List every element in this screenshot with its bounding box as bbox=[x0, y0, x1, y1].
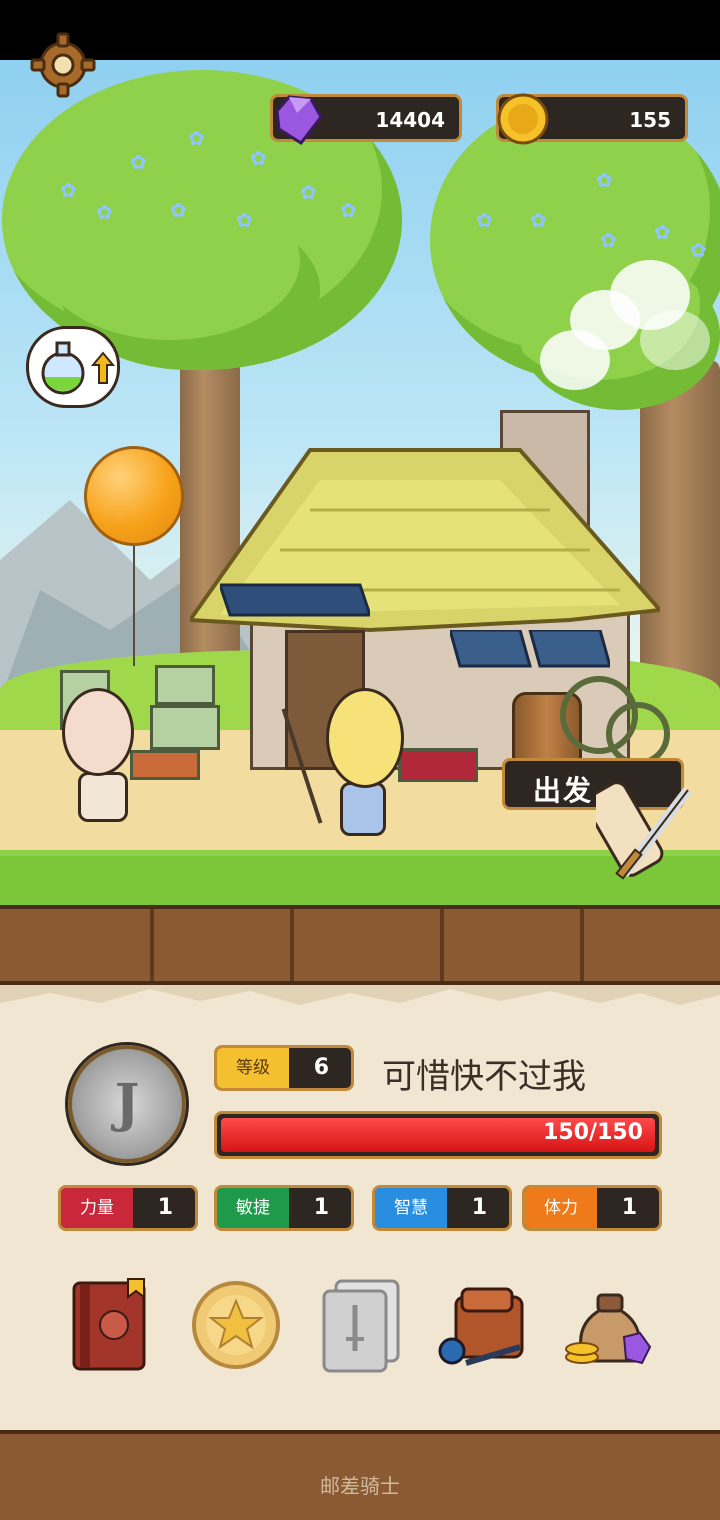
crate bbox=[150, 705, 220, 750]
flower-icon: ✿ bbox=[96, 200, 113, 224]
flower-icon: ✿ bbox=[654, 220, 671, 244]
gold-coin-icon bbox=[497, 93, 549, 145]
flower-icon: ✿ bbox=[300, 180, 317, 204]
gem-counter[interactable]: 14404 bbox=[270, 94, 462, 146]
status-bar bbox=[0, 0, 720, 60]
produce-crate bbox=[130, 750, 200, 780]
attribute-value: 1 bbox=[621, 1195, 637, 1220]
player-name: 可惜快不过我 bbox=[382, 1057, 586, 1097]
attribute-label: 智慧 bbox=[375, 1188, 447, 1228]
flower-icon: ✿ bbox=[476, 208, 493, 232]
level-label: 等级 bbox=[217, 1048, 289, 1088]
flower-icon: ✿ bbox=[60, 178, 77, 202]
coin-counter[interactable]: 155 bbox=[496, 93, 688, 145]
attribute-wisdom[interactable]: 智慧 1 bbox=[372, 1185, 512, 1231]
hp-bar: 150/150 bbox=[214, 1111, 662, 1159]
dirt-crack bbox=[150, 909, 154, 981]
potion-upgrade-icon bbox=[41, 341, 116, 395]
attribute-value: 1 bbox=[157, 1195, 173, 1220]
coin-count: 155 bbox=[629, 108, 671, 132]
gem-count: 14404 bbox=[375, 108, 445, 132]
balloon-string bbox=[133, 546, 135, 666]
chimney-smoke bbox=[640, 310, 710, 370]
attribute-value: 1 bbox=[313, 1195, 329, 1220]
dirt-crack bbox=[290, 909, 294, 981]
torn-paper-edge bbox=[0, 985, 720, 1005]
dirt-crack bbox=[440, 909, 444, 981]
orange-balloon[interactable] bbox=[84, 446, 184, 546]
npc-character[interactable] bbox=[62, 688, 134, 776]
attribute-label: 力量 bbox=[61, 1188, 133, 1228]
attribute-stamina[interactable]: 体力 1 bbox=[522, 1185, 662, 1231]
flower-icon: ✿ bbox=[596, 168, 613, 192]
flower-icon: ✿ bbox=[340, 198, 357, 222]
crate bbox=[155, 665, 215, 705]
dirt-divider bbox=[0, 905, 720, 985]
depart-label: 出发 bbox=[533, 774, 594, 807]
window-awning bbox=[450, 630, 610, 668]
rank-medal[interactable]: J bbox=[68, 1045, 186, 1163]
flower-icon: ✿ bbox=[250, 146, 267, 170]
npc-body bbox=[78, 772, 128, 822]
level-value: 6 bbox=[313, 1055, 329, 1080]
attribute-label: 敏捷 bbox=[217, 1188, 289, 1228]
footer-bar: 邮差骑士 bbox=[0, 1430, 720, 1520]
flower-icon: ✿ bbox=[188, 126, 205, 150]
flower-icon: ✿ bbox=[236, 208, 253, 232]
inventory-bag-icon[interactable] bbox=[436, 1275, 532, 1375]
potion-upgrade-bubble[interactable] bbox=[26, 326, 120, 408]
flower-icon: ✿ bbox=[530, 208, 547, 232]
berry-crate bbox=[398, 748, 478, 782]
flower-icon: ✿ bbox=[600, 228, 617, 252]
attribute-label: 体力 bbox=[525, 1188, 597, 1228]
hero-book-icon[interactable] bbox=[66, 1275, 162, 1375]
hero-character[interactable] bbox=[326, 688, 404, 788]
settings-gear-icon[interactable] bbox=[30, 32, 96, 98]
flower-icon: ✿ bbox=[130, 150, 147, 174]
hero-body bbox=[340, 782, 386, 836]
scroll-sword-icon bbox=[596, 781, 692, 880]
star-coin-icon[interactable] bbox=[188, 1275, 284, 1375]
purple-gem-icon bbox=[275, 95, 323, 146]
attribute-strength[interactable]: 力量 1 bbox=[58, 1185, 198, 1231]
awning bbox=[220, 583, 370, 617]
medal-letter: J bbox=[114, 1073, 140, 1134]
flower-icon: ✿ bbox=[170, 198, 187, 222]
game-title: 邮差骑士 bbox=[320, 1474, 400, 1498]
character-panel: J 等级 6 可惜快不过我 150/150 力量 1 敏捷 1 智慧 1 体力 … bbox=[0, 985, 720, 1430]
loot-sack-icon[interactable] bbox=[562, 1275, 658, 1375]
skill-cards-icon[interactable] bbox=[314, 1275, 410, 1375]
level-badge: 等级 6 bbox=[214, 1045, 354, 1091]
attribute-value: 1 bbox=[471, 1195, 487, 1220]
hp-text: 150/150 bbox=[543, 1120, 643, 1145]
flower-icon: ✿ bbox=[690, 238, 707, 262]
attribute-agility[interactable]: 敏捷 1 bbox=[214, 1185, 354, 1231]
dirt-crack bbox=[580, 909, 584, 981]
